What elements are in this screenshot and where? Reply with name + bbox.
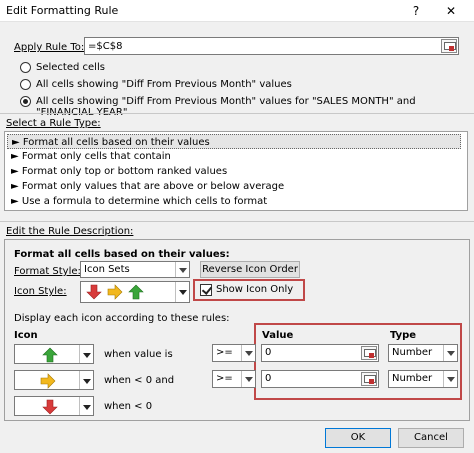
value-input[interactable]: 0 (261, 370, 379, 388)
icon-style-label: Icon Style: (14, 286, 67, 297)
divider (0, 221, 474, 222)
scope-label-all-cells-for-fields: All cells showing "Diff From Previous Mo… (36, 96, 416, 118)
format-style-label: Format Style: (14, 266, 81, 277)
range-selector-icon[interactable] (361, 372, 377, 386)
icon-picker[interactable] (14, 396, 94, 416)
icon-picker[interactable] (14, 370, 94, 390)
type-dropdown[interactable]: Number (388, 344, 458, 362)
show-icon-only-checkbox[interactable] (200, 284, 212, 296)
rule-description-heading: Format all cells based on their values: (14, 249, 230, 260)
yellow-right-arrow-icon (40, 373, 56, 389)
chevron-down-icon (175, 282, 189, 302)
condition-label: when < 0 (104, 401, 153, 412)
cancel-button[interactable]: Cancel (398, 428, 464, 448)
value-input[interactable]: 0 (261, 344, 379, 362)
ok-button[interactable]: OK (325, 428, 391, 448)
chevron-down-icon (241, 371, 255, 387)
rule-description-label: Edit the Rule Description: (6, 226, 134, 237)
yellow-right-arrow-icon (107, 284, 123, 300)
scope-radio-all-cells[interactable] (20, 79, 31, 90)
rule-type-item[interactable]: ► Format only top or bottom ranked value… (7, 164, 461, 179)
range-selector-icon[interactable] (361, 346, 377, 360)
type-dropdown[interactable]: Number (388, 370, 458, 388)
condition-label: when value is (104, 349, 173, 360)
scope-label-selected-cells: Selected cells (36, 62, 105, 73)
icon-column-header: Icon (14, 330, 38, 341)
type-value: Number (392, 347, 433, 358)
chevron-down-icon (79, 397, 93, 415)
help-button[interactable]: ? (405, 2, 427, 20)
red-down-arrow-icon (86, 284, 102, 300)
value-column-header: Value (262, 330, 294, 341)
rule-type-item[interactable]: ► Format only values that are above or b… (7, 179, 461, 194)
apply-rule-value: =$C$8 (88, 41, 123, 52)
chevron-down-icon (79, 371, 93, 389)
format-style-value: Icon Sets (84, 264, 130, 275)
rules-caption: Display each icon according to these rul… (14, 313, 230, 324)
rule-type-label: Select a Rule Type: (6, 118, 101, 129)
apply-rule-input[interactable]: =$C$8 (84, 37, 459, 55)
scope-radio-all-cells-for-fields[interactable] (20, 96, 31, 107)
rule-type-list[interactable]: ► Format all cells based on their values… (4, 131, 468, 211)
icon-style-dropdown[interactable] (80, 281, 190, 303)
green-up-arrow-icon (42, 347, 58, 363)
operator-dropdown[interactable]: >= (212, 344, 256, 362)
close-button[interactable]: ✕ (440, 2, 462, 20)
chevron-down-icon (241, 345, 255, 361)
chevron-down-icon (175, 262, 189, 277)
rule-type-item[interactable]: ► Format only cells that contain (7, 149, 461, 164)
red-down-arrow-icon (42, 399, 58, 415)
format-style-dropdown[interactable]: Icon Sets (80, 261, 190, 278)
green-up-arrow-icon (128, 284, 144, 300)
chevron-down-icon (443, 371, 457, 387)
type-value: Number (392, 373, 433, 384)
apply-rule-label: Apply Rule To: (14, 42, 85, 53)
operator-dropdown[interactable]: >= (212, 370, 256, 388)
operator-value: >= (216, 373, 233, 384)
condition-label: when < 0 and (104, 375, 175, 386)
value-text: 0 (265, 373, 272, 384)
type-column-header: Type (390, 330, 417, 341)
range-selector-icon[interactable] (441, 39, 457, 53)
divider (0, 113, 474, 114)
icon-picker[interactable] (14, 344, 94, 364)
chevron-down-icon (443, 345, 457, 361)
title-bar: Edit Formatting Rule ? ✕ (0, 0, 474, 22)
rule-type-item[interactable]: ► Use a formula to determine which cells… (7, 194, 461, 209)
reverse-icon-order-button[interactable]: Reverse Icon Order (200, 261, 300, 278)
show-icon-only-label: Show Icon Only (216, 284, 294, 295)
rule-type-item[interactable]: ► Format all cells based on their values (7, 134, 461, 149)
chevron-down-icon (79, 345, 93, 363)
value-text: 0 (265, 347, 272, 358)
scope-label-all-cells: All cells showing "Diff From Previous Mo… (36, 79, 292, 90)
operator-value: >= (216, 347, 233, 358)
scope-radio-selected-cells[interactable] (20, 62, 31, 73)
icon-set-preview (86, 284, 144, 300)
window-title: Edit Formatting Rule (6, 4, 119, 17)
